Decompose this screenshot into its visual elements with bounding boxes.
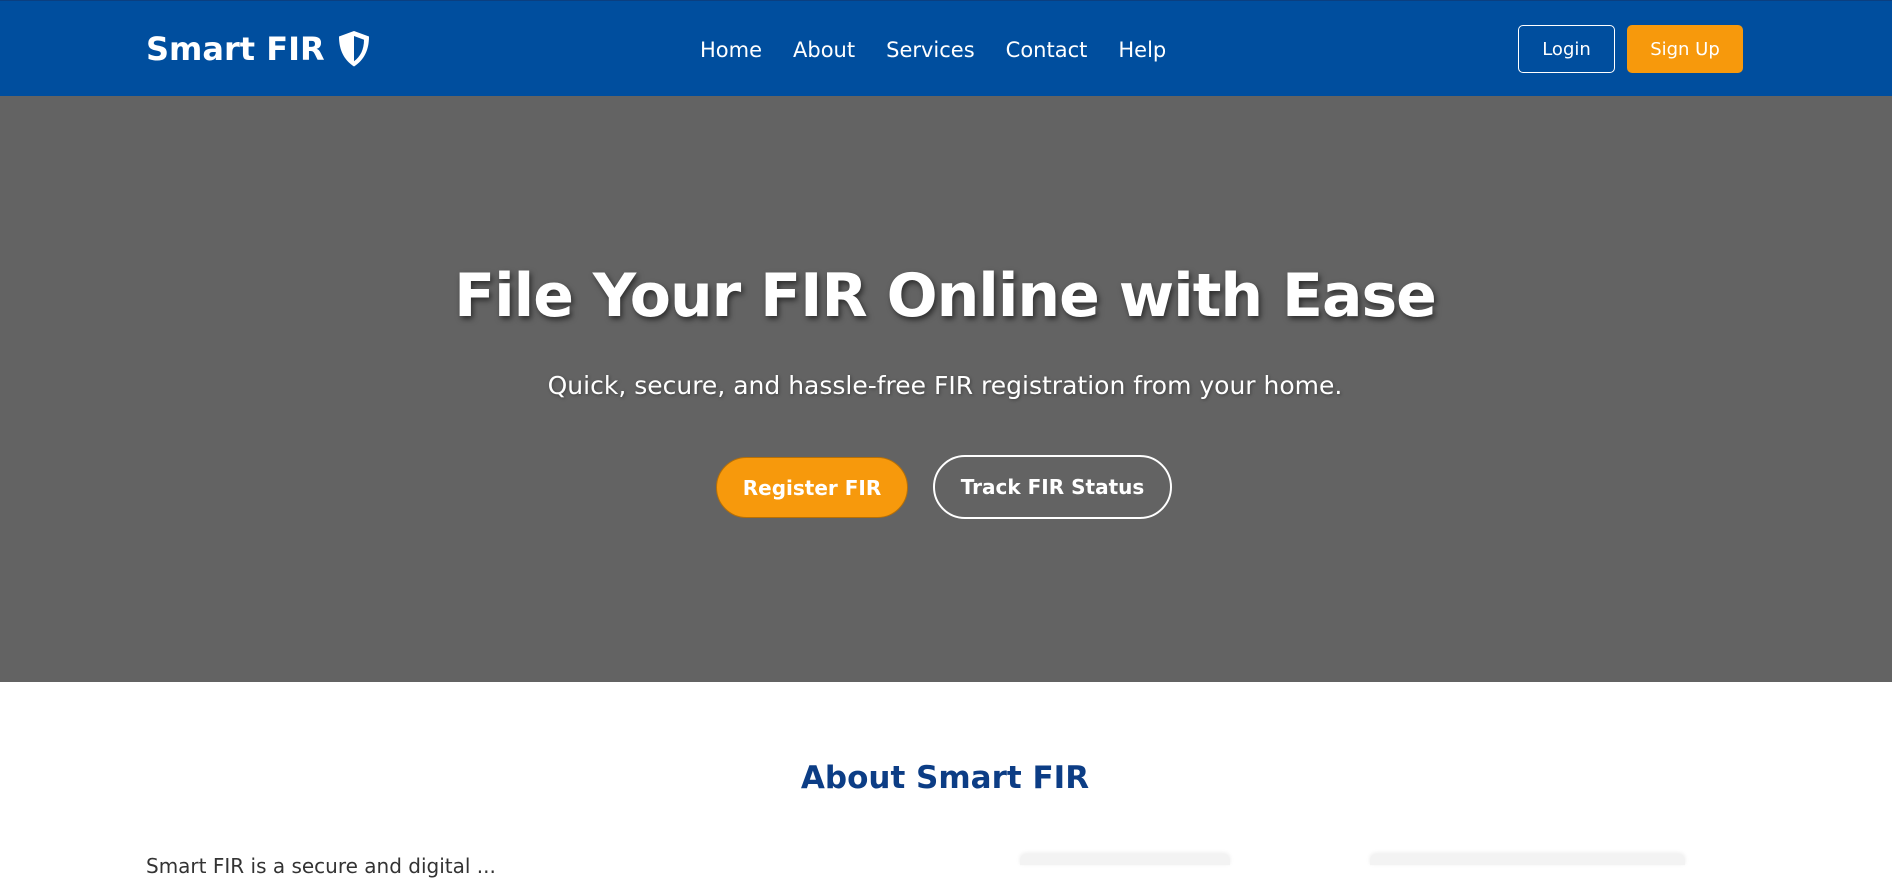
nav-about[interactable]: About xyxy=(793,37,855,63)
nav-contact[interactable]: Contact xyxy=(1006,37,1088,63)
brand-logo[interactable]: Smart FIR xyxy=(146,28,371,70)
about-title: About Smart FIR xyxy=(800,760,1090,796)
nav-help[interactable]: Help xyxy=(1118,37,1166,63)
about-text: Smart FIR is a secure and digital ... xyxy=(146,854,496,878)
hero-subtitle: Quick, secure, and hassle-free FIR regis… xyxy=(547,371,1343,400)
navbar: Smart FIR Home About Services Contact He… xyxy=(0,0,1892,96)
shield-icon xyxy=(337,30,371,68)
about-card xyxy=(1020,854,1230,865)
login-button[interactable]: Login xyxy=(1518,25,1615,73)
signup-button[interactable]: Sign Up xyxy=(1627,25,1743,73)
register-fir-button[interactable]: Register FIR xyxy=(716,457,908,518)
brand-name: Smart FIR xyxy=(146,30,325,68)
about-card xyxy=(1370,854,1685,865)
nav-home[interactable]: Home xyxy=(700,37,762,63)
hero-section: File Your FIR Online with Ease Quick, se… xyxy=(0,96,1892,682)
hero-title: File Your FIR Online with Ease xyxy=(454,261,1437,331)
track-fir-status-button[interactable]: Track FIR Status xyxy=(933,455,1172,519)
nav-services[interactable]: Services xyxy=(886,37,975,63)
main-nav: Home About Services Contact Help xyxy=(700,37,1197,63)
